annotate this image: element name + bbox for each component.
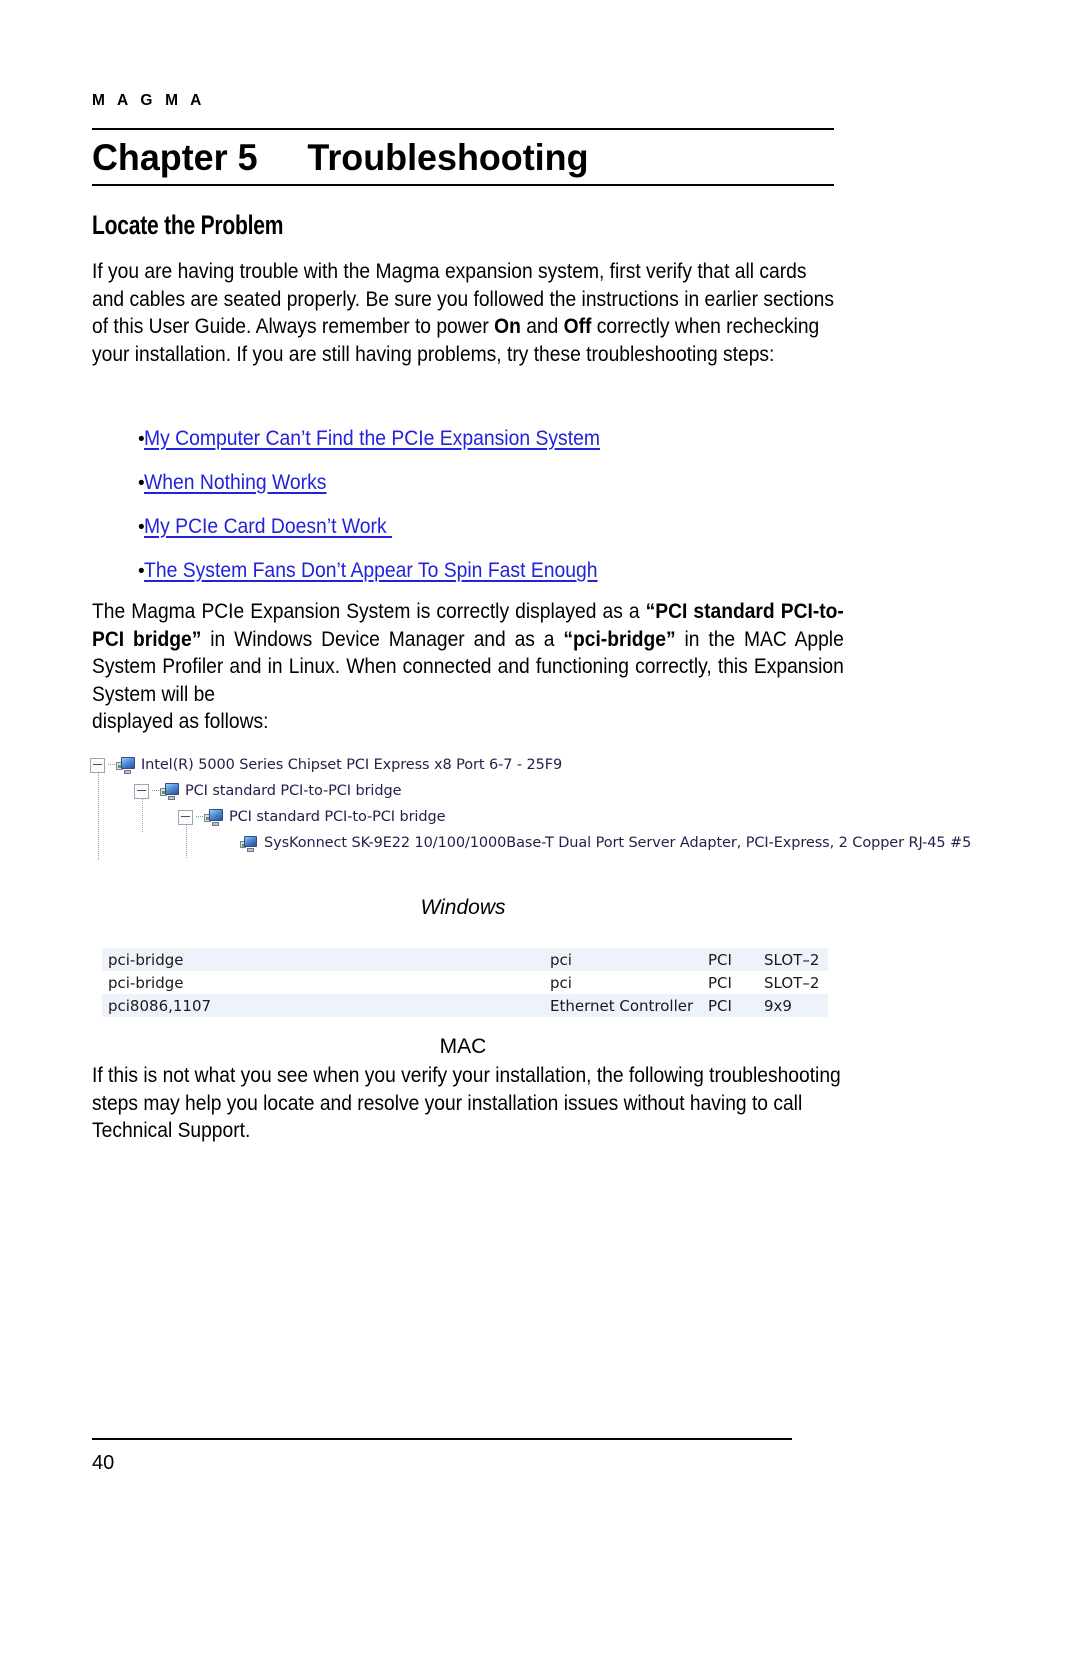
list-item: • The System Fans Don’t Appear To Spin F…: [92, 557, 892, 601]
windows-device-manager-tree: Intel(R) 5000 Series Chipset PCI Express…: [90, 752, 971, 860]
tree-line-icon: [108, 764, 115, 766]
figure-caption-windows: Windows: [420, 896, 506, 919]
collapse-minus-icon[interactable]: [134, 783, 149, 799]
tree-item-label: Intel(R) 5000 Series Chipset PCI Express…: [141, 757, 563, 773]
running-header-brand: M A G M A: [92, 92, 206, 109]
bullet-icon: •: [138, 429, 145, 450]
troubleshooting-link-list: • My Computer Can’t Find the PCIe Expans…: [92, 425, 892, 601]
intro-paragraph: If you are having trouble with the Magma…: [92, 258, 844, 368]
chapter-title-block: Chapter 5 Troubleshooting: [92, 128, 834, 186]
network-adapter-icon: [239, 835, 258, 852]
link-when-nothing-works[interactable]: When Nothing Works: [144, 469, 326, 495]
bullet-icon: •: [138, 561, 145, 582]
cell-device-name: pci-bridge: [108, 950, 184, 969]
bridge-text-part-2: in Windows Device Manager and as a: [201, 626, 564, 651]
tree-item-label: PCI standard PCI-to-PCI bridge: [229, 809, 446, 825]
tree-row[interactable]: PCI standard PCI-to-PCI bridge: [90, 804, 950, 830]
section-heading-locate-the-problem: Locate the Problem: [92, 210, 284, 240]
pci-bridge-device-icon: [204, 808, 223, 826]
table-row: pci-bridge pci PCI SLOT–2: [102, 948, 828, 971]
cell-bus: PCI: [708, 996, 732, 1015]
mac-system-profiler-table: pci-bridge pci PCI SLOT–2 pci-bridge pci…: [102, 948, 828, 1017]
table-row: pci8086,1107 Ethernet Controller PCI 9x9: [102, 994, 828, 1017]
tree-row[interactable]: SysKonnect SK-9E22 10/100/1000Base-T Dua…: [90, 830, 971, 856]
link-my-computer-cant-find-pcie-expansion-system[interactable]: My Computer Can’t Find the PCIe Expansio…: [144, 425, 600, 451]
cell-slot: SLOT–2: [764, 950, 820, 969]
chapter-rule-bottom: [92, 184, 834, 186]
list-item: • When Nothing Works: [92, 469, 892, 513]
link-system-fans-dont-appear-to-spin-fast-enough[interactable]: The System Fans Don’t Appear To Spin Fas…: [144, 557, 598, 583]
tree-row[interactable]: PCI standard PCI-to-PCI bridge: [90, 778, 950, 804]
link-my-pcie-card-doesnt-work[interactable]: My PCIe Card Doesn’t Work: [144, 513, 392, 539]
cell-bus: PCI: [708, 973, 732, 992]
cell-bus: PCI: [708, 950, 732, 969]
collapse-minus-icon[interactable]: [90, 757, 105, 773]
bridge-text-part-1: The Magma PCIe Expansion System is corre…: [92, 599, 646, 623]
footer-rule: [92, 1438, 792, 1440]
closing-paragraph: If this is not what you see when you ver…: [92, 1063, 841, 1142]
intro-bold-on: On: [494, 314, 521, 338]
tree-row[interactable]: Intel(R) 5000 Series Chipset PCI Express…: [90, 752, 950, 778]
list-item: • My PCIe Card Doesn’t Work: [92, 513, 892, 557]
bridge-bold-pci-bridge: “pci-bridge”: [563, 626, 676, 651]
cell-device-name: pci8086,1107: [108, 996, 212, 1015]
intro-text-part-2: and: [520, 314, 564, 338]
cell-slot: SLOT–2: [764, 973, 820, 992]
pci-bridge-device-icon: [116, 756, 135, 774]
tree-line-icon: [196, 816, 203, 818]
page-content: M A G M A Chapter 5 Troubleshooting Loca…: [90, 0, 988, 1669]
tree-item-label: SysKonnect SK-9E22 10/100/1000Base-T Dua…: [264, 835, 972, 851]
cell-slot: 9x9: [764, 996, 792, 1015]
pci-bridge-device-icon: [160, 782, 179, 800]
page-number: 40: [92, 1452, 115, 1474]
chapter-title: Chapter 5 Troubleshooting: [92, 137, 589, 178]
intro-bold-off: Off: [563, 314, 592, 338]
bullet-icon: •: [138, 517, 145, 538]
list-item: • My Computer Can’t Find the PCIe Expans…: [92, 425, 892, 469]
collapse-minus-icon[interactable]: [178, 809, 193, 825]
cell-device-type: Ethernet Controller: [550, 996, 694, 1015]
cell-device-type: pci: [550, 950, 572, 969]
tree-line-icon: [152, 790, 159, 792]
figure-caption-mac: MAC: [439, 1035, 487, 1058]
document-page: M A G M A Chapter 5 Troubleshooting Loca…: [0, 0, 1080, 1669]
bridge-description-paragraph: The Magma PCIe Expansion System is corre…: [92, 598, 844, 736]
bullet-icon: •: [138, 473, 145, 494]
tree-item-label: PCI standard PCI-to-PCI bridge: [185, 783, 402, 799]
cell-device-name: pci-bridge: [108, 973, 184, 992]
bridge-last-line: displayed as follows:: [92, 709, 269, 733]
cell-device-type: pci: [550, 973, 572, 992]
table-row: pci-bridge pci PCI SLOT–2: [102, 971, 828, 994]
